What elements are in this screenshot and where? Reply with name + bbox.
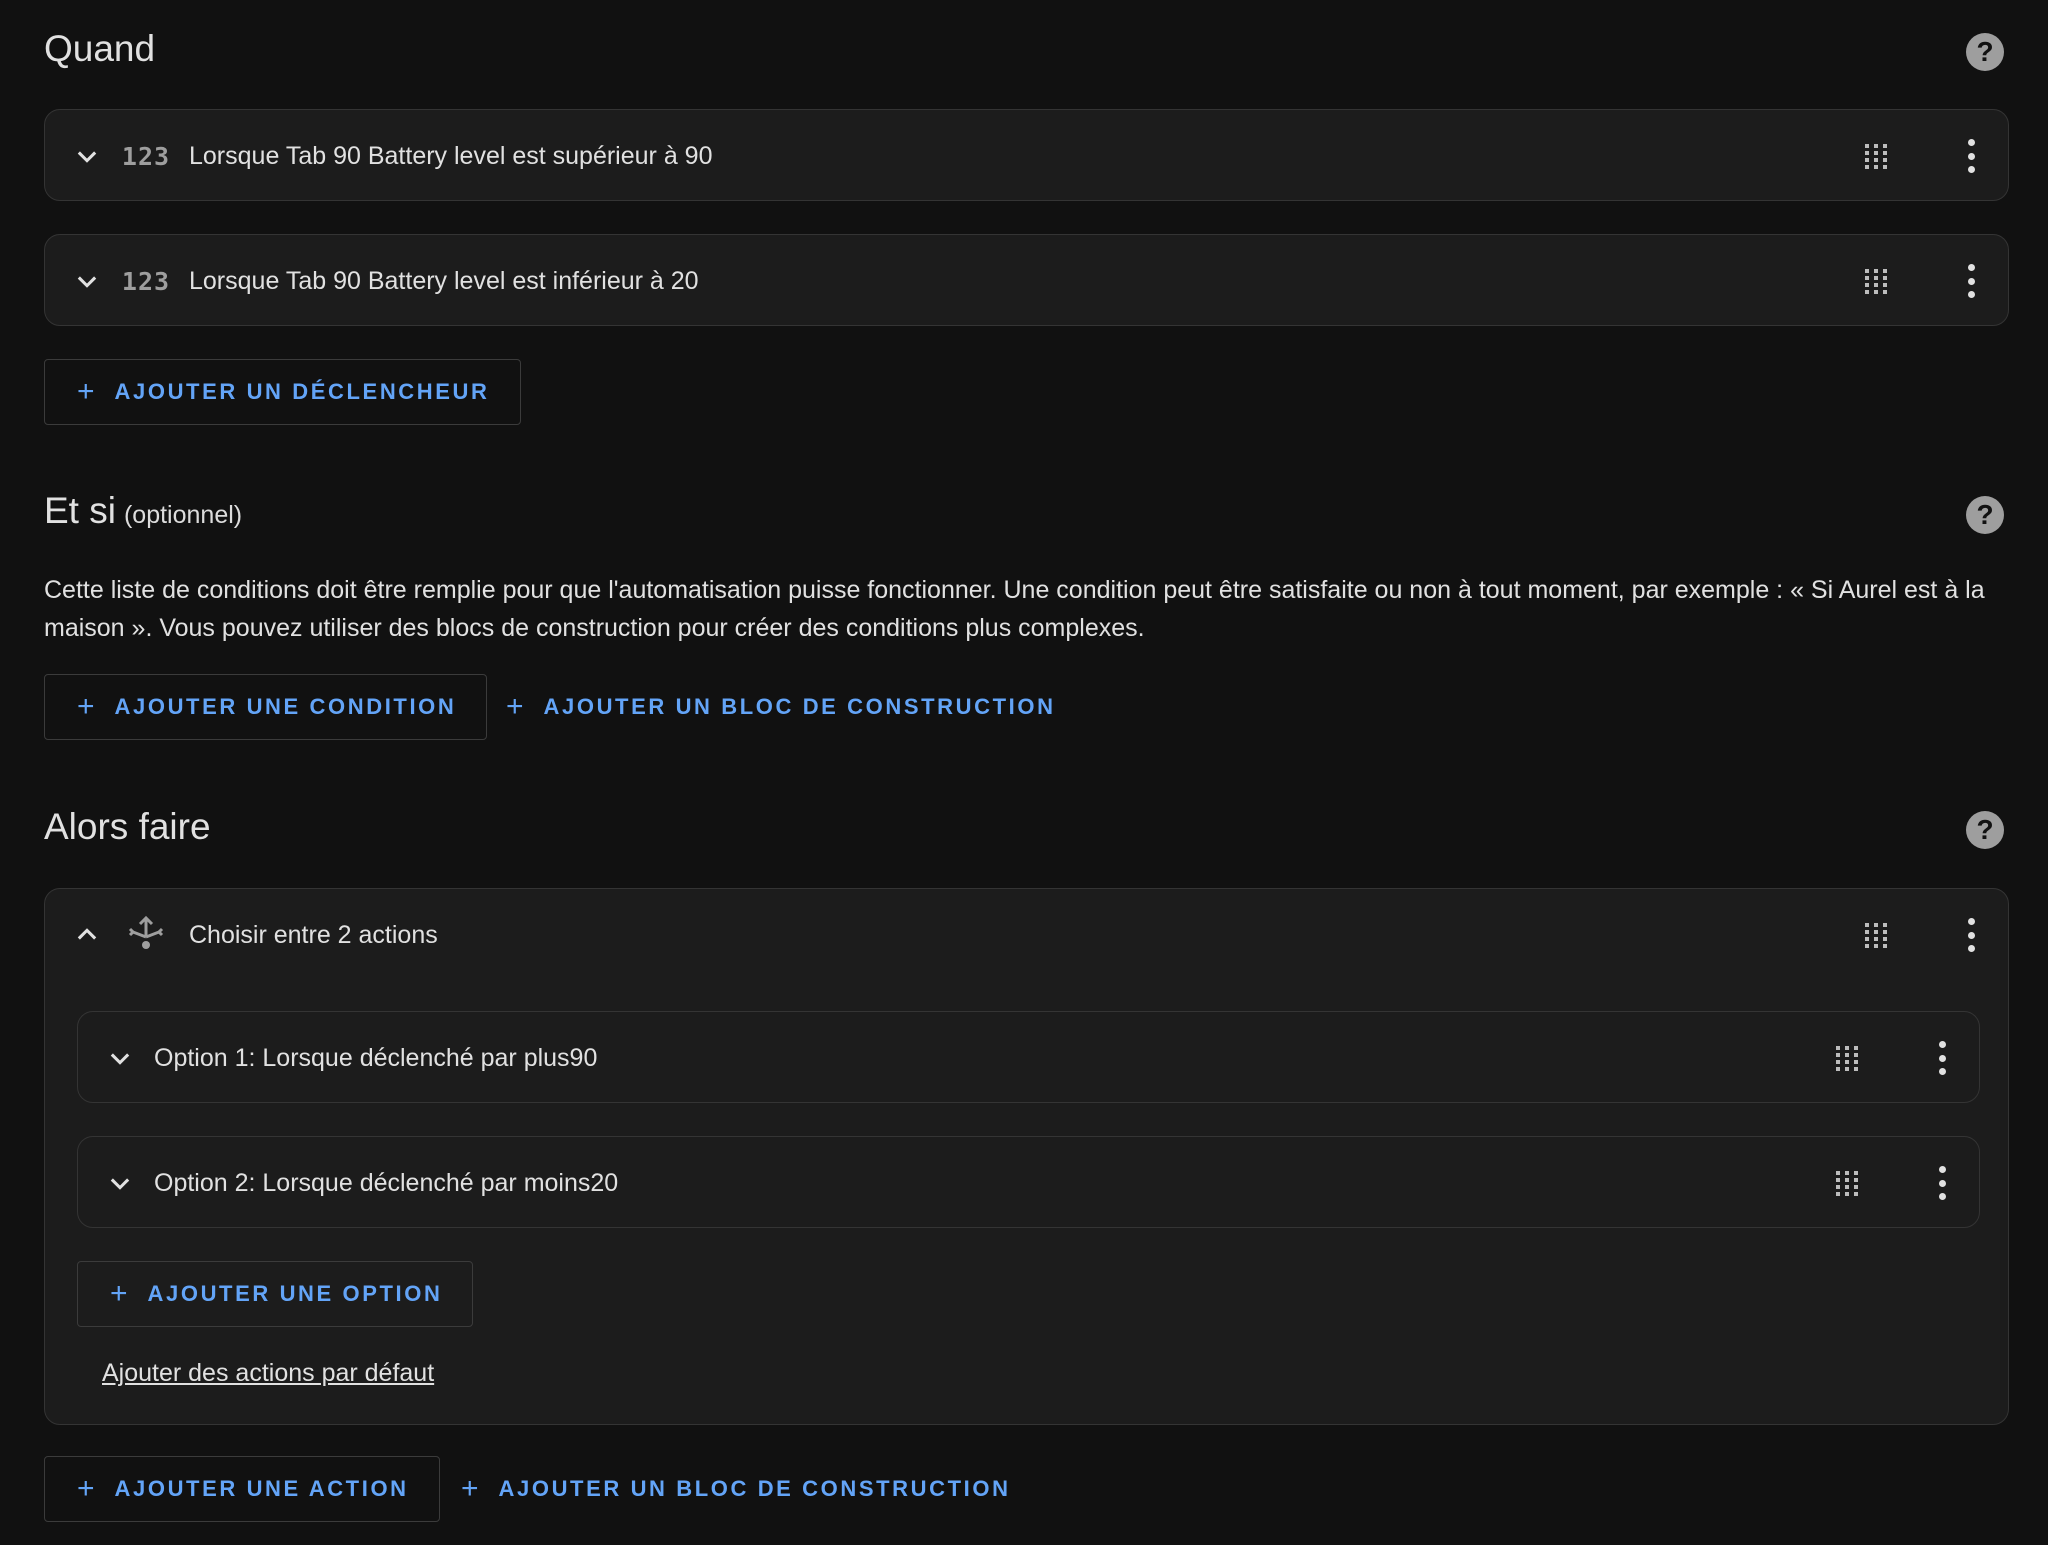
drag-handle-icon[interactable]	[1862, 921, 1890, 949]
help-icon[interactable]: ?	[1966, 496, 2004, 534]
drag-handle-icon[interactable]	[1833, 1044, 1861, 1072]
plus-icon: +	[77, 690, 95, 723]
help-icon[interactable]: ?	[1966, 811, 2004, 849]
choose-action-card[interactable]: Choisir entre 2 actions Option 1: Lorsqu…	[44, 888, 2009, 1425]
add-condition-label: AJOUTER UNE CONDITION	[114, 694, 457, 719]
option-label: Option 2: Lorsque déclenché par moins20	[154, 1168, 619, 1197]
add-trigger-button[interactable]: + AJOUTER UN DÉCLENCHEUR	[44, 359, 521, 425]
add-option-button[interactable]: + AJOUTER UNE OPTION	[77, 1261, 474, 1327]
trigger-label: Lorsque Tab 90 Battery level est inférie…	[189, 266, 699, 295]
and-if-title-text: Et si	[44, 490, 116, 531]
chevron-down-icon[interactable]	[69, 138, 105, 174]
more-vertical-icon[interactable]	[1935, 1041, 1949, 1075]
trigger-card-2[interactable]: 123 Lorsque Tab 90 Battery level est inf…	[44, 234, 2009, 326]
when-title: Quand	[44, 28, 156, 69]
and-if-header: Et si (optionnel)	[44, 490, 2004, 532]
add-condition-building-block-button[interactable]: + AJOUTER UN BLOC DE CONSTRUCTION	[506, 674, 1086, 740]
numeric-icon: 123	[121, 141, 171, 171]
conditions-description: Cette liste de conditions doit être remp…	[44, 576, 1985, 642]
add-option-label: AJOUTER UNE OPTION	[147, 1281, 443, 1306]
add-building-block-label: AJOUTER UN BLOC DE CONSTRUCTION	[498, 1476, 1011, 1501]
help-icon[interactable]: ?	[1966, 33, 2004, 71]
add-trigger-label: AJOUTER UN DÉCLENCHEUR	[114, 379, 490, 404]
plus-icon: +	[461, 1472, 479, 1505]
add-action-building-block-button[interactable]: + AJOUTER UN BLOC DE CONSTRUCTION	[461, 1456, 1041, 1522]
then-do-header: Alors faire	[44, 806, 2004, 848]
and-if-title: Et si (optionnel)	[44, 490, 242, 532]
more-vertical-icon[interactable]	[1964, 139, 1978, 173]
chevron-down-icon[interactable]	[102, 1165, 138, 1201]
plus-icon: +	[77, 1472, 95, 1505]
chevron-up-icon[interactable]	[69, 917, 105, 953]
when-header: Quand	[44, 28, 2004, 70]
plus-icon: +	[110, 1277, 128, 1310]
option-card-2[interactable]: Option 2: Lorsque déclenché par moins20	[77, 1136, 1980, 1228]
option-card-1[interactable]: Option 1: Lorsque déclenché par plus90	[77, 1011, 1980, 1103]
choose-action-row[interactable]: Choisir entre 2 actions	[45, 889, 2008, 981]
choose-action-label: Choisir entre 2 actions	[189, 920, 438, 949]
add-building-block-label: AJOUTER UN BLOC DE CONSTRUCTION	[543, 694, 1056, 719]
trigger-row[interactable]: 123 Lorsque Tab 90 Battery level est inf…	[45, 235, 2008, 327]
trigger-row[interactable]: 123 Lorsque Tab 90 Battery level est sup…	[45, 110, 2008, 202]
drag-handle-icon[interactable]	[1862, 267, 1890, 295]
drag-handle-icon[interactable]	[1833, 1169, 1861, 1197]
add-condition-button[interactable]: + AJOUTER UNE CONDITION	[44, 674, 488, 740]
add-action-button[interactable]: + AJOUTER UNE ACTION	[44, 1456, 440, 1522]
add-default-actions-link[interactable]: Ajouter des actions par défaut	[102, 1359, 434, 1388]
add-action-label: AJOUTER UNE ACTION	[114, 1476, 409, 1501]
option-row[interactable]: Option 1: Lorsque déclenché par plus90	[78, 1012, 1979, 1104]
option-label: Option 1: Lorsque déclenché par plus90	[154, 1043, 598, 1072]
more-vertical-icon[interactable]	[1935, 1166, 1949, 1200]
plus-icon: +	[506, 690, 524, 723]
trigger-label: Lorsque Tab 90 Battery level est supérie…	[189, 141, 713, 170]
more-vertical-icon[interactable]	[1964, 918, 1978, 952]
option-row[interactable]: Option 2: Lorsque déclenché par moins20	[78, 1137, 1979, 1229]
chevron-down-icon[interactable]	[102, 1040, 138, 1076]
chevron-down-icon[interactable]	[69, 263, 105, 299]
drag-handle-icon[interactable]	[1862, 142, 1890, 170]
more-vertical-icon[interactable]	[1964, 264, 1978, 298]
then-do-title: Alors faire	[44, 806, 211, 847]
plus-icon: +	[77, 375, 95, 408]
automation-editor: Quand ? 123 Lorsque Tab 90 Battery level…	[0, 0, 2048, 1545]
choose-branch-icon	[123, 915, 169, 953]
optional-label: (optionnel)	[123, 501, 243, 529]
numeric-icon: 123	[121, 266, 171, 296]
trigger-card-1[interactable]: 123 Lorsque Tab 90 Battery level est sup…	[44, 109, 2009, 201]
